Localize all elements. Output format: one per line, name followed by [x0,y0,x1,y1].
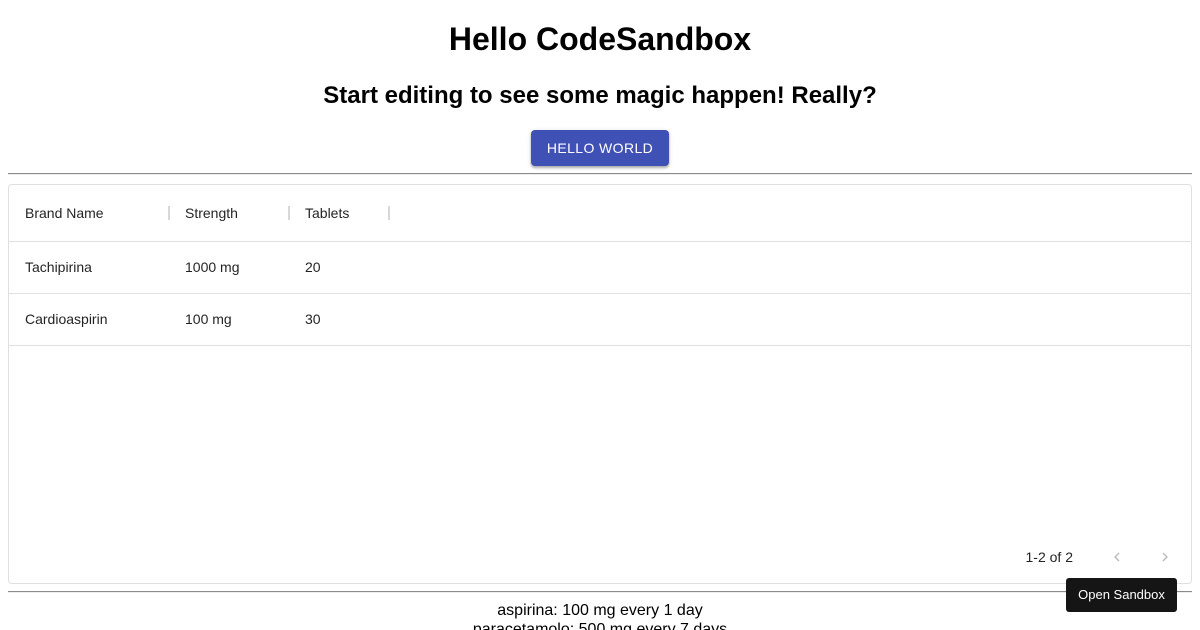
column-separator[interactable] [388,206,390,220]
cell-tablets: 30 [305,311,321,327]
column-header-brand-name[interactable]: Brand Name [25,185,175,241]
list-item: paracetamolo: 500 mg every 7 days [472,621,728,630]
data-grid: Brand Name Strength Tablets Tachipirina … [8,184,1192,584]
divider-bottom [8,591,1192,593]
table-row[interactable]: Tachipirina 1000 mg 20 [9,242,1191,294]
page-title: Hello CodeSandbox [448,21,752,57]
column-header-tablets[interactable]: Tablets [305,185,375,241]
pagination-label: 1-2 of 2 [1025,549,1073,565]
page-subtitle: Start editing to see some magic happen! … [323,82,877,109]
list-item: aspirina: 100 mg every 1 day [497,602,703,619]
cell-strength: 100 mg [185,311,232,327]
table-row[interactable]: Cardioaspirin 100 mg 30 [9,294,1191,346]
chevron-left-icon [1114,552,1120,562]
column-separator[interactable] [288,206,290,220]
cell-brand-name: Tachipirina [25,259,92,275]
cell-strength: 1000 mg [185,259,240,275]
grid-header: Brand Name Strength Tablets [9,185,1191,242]
cell-brand-name: Cardioaspirin [25,311,108,327]
grid-footer: 1-2 of 2 [9,531,1191,583]
column-header-strength[interactable]: Strength [185,185,285,241]
cell-tablets: 20 [305,259,321,275]
next-page-button[interactable] [1151,543,1179,571]
column-separator[interactable] [168,206,170,220]
previous-page-button[interactable] [1103,543,1131,571]
page: Hello CodeSandbox Start editing to see s… [0,0,1200,630]
hello-world-button[interactable]: HELLO WORLD [531,130,669,166]
divider-top [8,173,1192,175]
open-sandbox-button[interactable]: Open Sandbox [1066,578,1177,612]
chevron-right-icon [1162,552,1168,562]
